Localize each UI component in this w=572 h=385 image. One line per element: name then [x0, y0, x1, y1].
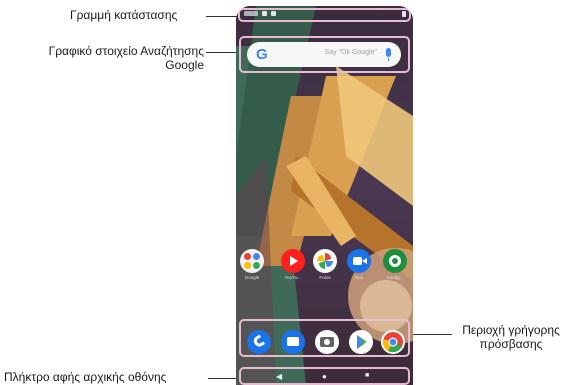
home-key-icon[interactable]: ● [322, 372, 327, 381]
app-photos[interactable]: Fotos [310, 249, 340, 280]
chrome-icon[interactable] [381, 330, 405, 354]
app-label: Google [244, 275, 260, 280]
microphone-icon[interactable] [386, 48, 391, 61]
photos-icon [313, 249, 337, 273]
search-widget-leader [206, 52, 238, 53]
google-search-widget[interactable]: G Say "Ok Google" [247, 42, 401, 67]
status-bar-highlight [238, 8, 411, 22]
app-settings[interactable]: Config... [380, 249, 410, 280]
search-widget-label: Γραφικό στοιχείο Αναζήτησης Google [8, 44, 204, 72]
search-widget-label-line1: Γραφικό στοιχείο Αναζήτησης [48, 44, 204, 58]
search-hint: Say "Ok Google" [324, 49, 377, 56]
app-google[interactable]: Google [237, 249, 267, 280]
status-bar-leader [206, 16, 238, 17]
app-label: YouTu... [284, 275, 302, 280]
phone-icon[interactable] [247, 330, 271, 354]
quick-access-label-line2: πρόσβασης [479, 337, 543, 351]
home-app-row: Google YouTu... Fotos Duo Config... [236, 249, 413, 289]
youtube-icon [281, 249, 305, 273]
camera-icon[interactable] [315, 330, 339, 354]
quick-access-label: Περιοχή γρήγορης πρόσβασης [455, 323, 567, 351]
home-touch-key-label: Πλήκτρο αφής αρχικής οθόνης [4, 370, 167, 384]
play-store-icon[interactable] [349, 330, 373, 354]
messages-icon[interactable] [281, 330, 305, 354]
recents-key-icon[interactable]: ■ [365, 372, 369, 379]
phone-screen: G Say "Ok Google" Google YouTu... Fotos … [236, 6, 413, 385]
search-widget-label-line2: Google [165, 58, 204, 72]
quick-access-leader [412, 334, 452, 335]
app-youtube[interactable]: YouTu... [278, 249, 308, 280]
status-bar-label: Γραμμή κατάστασης [70, 8, 178, 22]
quick-access-label-line1: Περιοχή γρήγορης [462, 323, 560, 337]
duo-icon [347, 249, 371, 273]
app-label: Duo [354, 275, 364, 280]
app-label: Fotos [319, 275, 331, 280]
app-duo[interactable]: Duo [344, 249, 374, 280]
back-key-icon[interactable]: ◀ [276, 372, 282, 381]
app-label: Config... [386, 275, 404, 280]
settings-icon [383, 249, 407, 273]
quick-access-area [239, 319, 410, 357]
google-folder-icon [240, 249, 264, 273]
navigation-bar: ◀ ● ■ [239, 367, 410, 385]
